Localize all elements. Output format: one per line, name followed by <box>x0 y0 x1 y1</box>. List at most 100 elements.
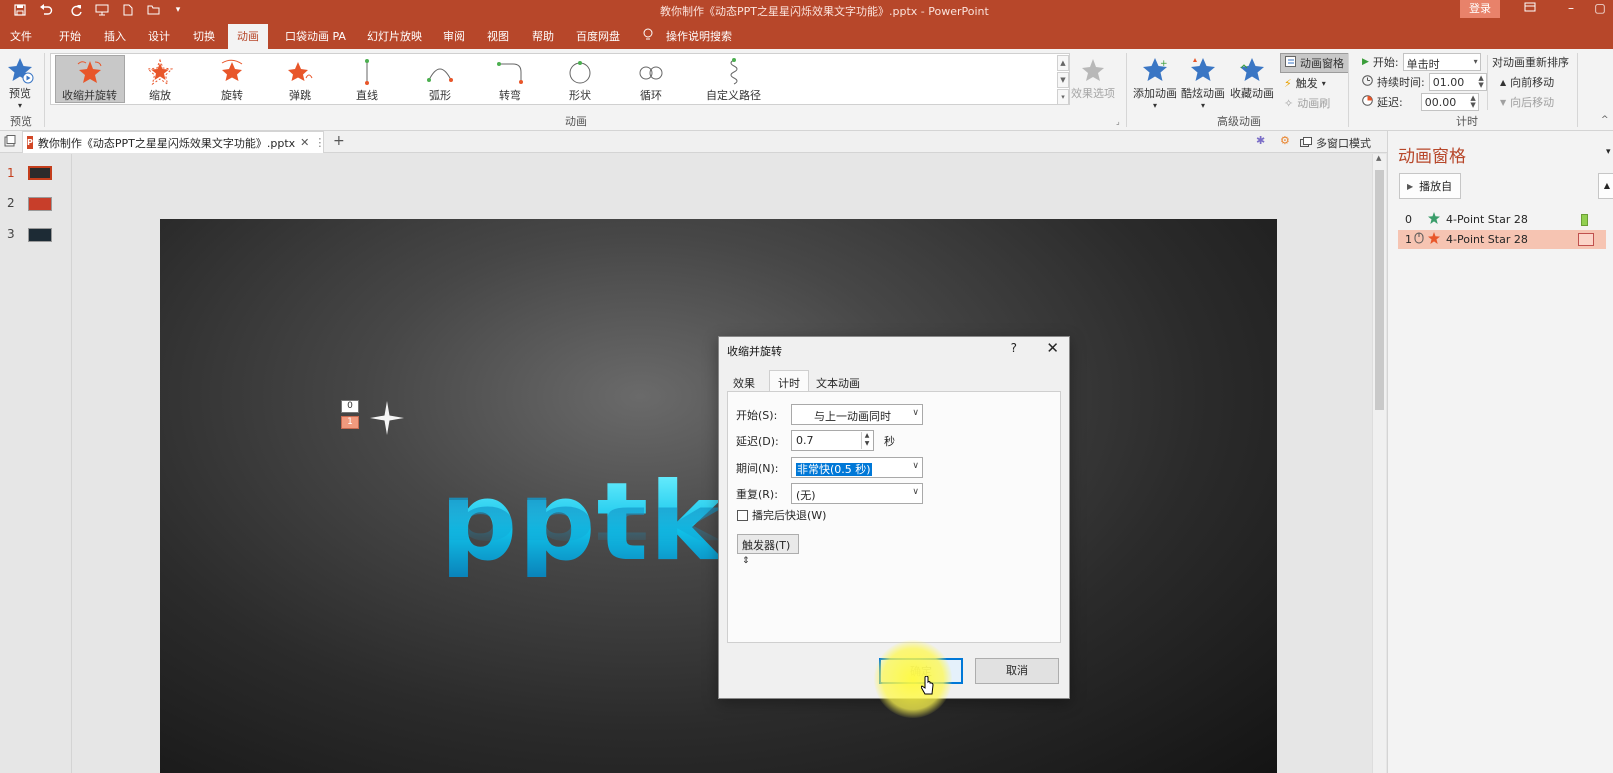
preview-button[interactable]: 预览 ▾ <box>6 55 34 110</box>
tab-help[interactable]: 帮助 <box>532 28 554 44</box>
document-tab-bar: P 教你制作《动态PPT之星星闪烁效果文字功能》.pptx ✕ ⋮ + ✱ ⚙ … <box>0 131 1387 153</box>
chevron-down-icon: ∨ <box>912 487 919 497</box>
dialog-title: 收缩并旋转 <box>727 345 782 358</box>
effect-zoom[interactable]: 缩放 <box>146 57 174 103</box>
tell-me-search[interactable]: 操作说明搜索 <box>666 28 732 44</box>
slide-thumbnail-2[interactable] <box>28 197 52 211</box>
path-shape[interactable]: 形状 <box>566 57 594 103</box>
document-tab[interactable]: P 教你制作《动态PPT之星星闪烁效果文字功能》.pptx ✕ ⋮ <box>22 131 325 153</box>
four-point-star-shape[interactable] <box>370 401 404 438</box>
tab-timing[interactable]: 计时 <box>769 370 809 392</box>
tab-home[interactable]: 开始 <box>59 28 81 44</box>
gallery-more[interactable]: ▾ <box>1057 89 1069 105</box>
effect-options-button[interactable]: 效果选项 <box>1071 55 1115 101</box>
start-select[interactable]: 单击时 ▾ <box>1402 53 1481 71</box>
effect-label: 自定义路径 <box>706 89 761 102</box>
add-animation-button[interactable]: + 添加动画 ▾ <box>1133 55 1177 110</box>
start-dropdown[interactable]: 与上一动画同时 ∨ <box>791 404 923 425</box>
favorite-animation-button[interactable]: 收藏动画 <box>1230 55 1274 101</box>
tab-animations[interactable]: 动画 <box>228 24 268 50</box>
duration-spinner[interactable]: 01.00 ▲ ▼ <box>1428 73 1487 91</box>
pane-options-icon[interactable]: ▾ <box>1606 147 1611 157</box>
move-earlier-button[interactable]: ▲ 向前移动 <box>1500 74 1554 90</box>
tab-view[interactable]: 视图 <box>487 28 509 44</box>
gallery-scroll-down[interactable]: ▼ <box>1057 72 1069 88</box>
gallery-scroll-up[interactable]: ▲ <box>1057 55 1069 71</box>
rewind-checkbox-row[interactable]: 播完后快退(W) <box>737 507 826 523</box>
animation-painter-button[interactable]: ✧ 动画刷 <box>1284 95 1330 111</box>
path-custom[interactable]: 自定义路径 <box>706 57 761 103</box>
move-earlier-label: 向前移动 <box>1510 76 1555 89</box>
play-from-button[interactable]: ▶ 播放自 <box>1399 173 1461 199</box>
spinner-arrows-icon[interactable]: ▲ ▼ <box>1470 95 1475 109</box>
close-icon[interactable]: ✕ <box>1046 339 1059 357</box>
start-slideshow-icon[interactable] <box>92 1 112 19</box>
path-arc[interactable]: 弧形 <box>426 57 454 103</box>
slide-thumbnail-1[interactable] <box>28 166 52 180</box>
sparkle-icon[interactable]: ✱ <box>1256 134 1265 147</box>
ribbon-display-options-icon[interactable] <box>1515 1 1545 19</box>
spinner-arrows-icon[interactable]: ▲ ▼ <box>1478 75 1483 89</box>
tab-baidu-netdisk[interactable]: 百度网盘 <box>576 28 620 44</box>
slide-thumbnail-3[interactable] <box>28 228 52 242</box>
move-later-button[interactable]: ▼ 向后移动 <box>1500 94 1554 110</box>
tab-effect[interactable]: 效果 <box>733 375 755 391</box>
custom-path-icon <box>724 57 744 87</box>
open-folder-icon[interactable] <box>144 1 164 19</box>
trigger-button[interactable]: ⚡ 触发 ▾ <box>1284 75 1326 91</box>
animation-order-tag-selected[interactable]: 1 <box>341 416 359 429</box>
group-label-preview: 预览 <box>10 115 32 128</box>
tab-transitions[interactable]: 切换 <box>193 28 215 44</box>
cool-animation-button[interactable]: 酷炫动画 ▾ <box>1181 55 1225 110</box>
effect-shrink-spin[interactable]: 收缩并旋转 <box>62 57 117 103</box>
customize-toolbar-icon[interactable]: ▾ <box>168 1 188 19</box>
tab-slideshow[interactable]: 幻灯片放映 <box>367 28 422 44</box>
repeat-dropdown[interactable]: (无) ∨ <box>791 483 923 504</box>
cancel-button[interactable]: 取消 <box>975 658 1059 684</box>
delay-input-value: 0.7 <box>796 434 814 447</box>
triggers-button[interactable]: 触发器(T) ⇕ <box>737 534 799 566</box>
delay-input[interactable]: 0.7 ▲ ▼ <box>791 430 874 451</box>
more-options-icon[interactable]: ⋮ <box>314 136 325 149</box>
tab-file[interactable]: 文件 <box>10 28 32 44</box>
rewind-checkbox[interactable] <box>737 509 748 521</box>
delay-spinner[interactable]: 00.00 ▲ ▼ <box>1420 93 1479 111</box>
move-up-icon[interactable]: ▲ <box>1598 173 1613 199</box>
vertical-scrollbar[interactable]: ▲ <box>1372 154 1386 773</box>
animation-pane-button[interactable]: 动画窗格 <box>1280 53 1349 73</box>
spinner-arrows-icon[interactable]: ▲ ▼ <box>861 432 872 449</box>
path-line[interactable]: 直线 <box>356 57 378 103</box>
multi-window-mode-button[interactable]: 多窗口模式 <box>1300 135 1371 151</box>
collapse-ribbon-icon[interactable]: ^ <box>1601 115 1609 125</box>
effect-bounce[interactable]: 弹跳 <box>286 57 314 103</box>
new-file-icon[interactable] <box>118 1 138 19</box>
dialog-launcher-icon[interactable]: ⌟ <box>1116 117 1120 126</box>
new-tab-icon[interactable]: + <box>333 133 345 149</box>
duration-dropdown[interactable]: 非常快(0.5 秒) ∨ <box>791 457 923 478</box>
animation-order-tag[interactable]: 0 <box>341 400 359 413</box>
tab-design[interactable]: 设计 <box>148 28 170 44</box>
redo-icon[interactable] <box>66 1 86 19</box>
tab-pocket-animation[interactable]: 口袋动画 PA <box>285 28 346 44</box>
help-icon[interactable]: ? <box>1011 341 1017 355</box>
tab-text-animation[interactable]: 文本动画 <box>816 375 860 391</box>
effect-spin[interactable]: 旋转 <box>218 57 246 103</box>
scroll-up-arrow-icon[interactable]: ▲ <box>1376 154 1381 162</box>
scrollbar-thumb[interactable] <box>1375 170 1384 410</box>
undo-icon[interactable] <box>36 1 56 19</box>
tab-list-icon[interactable] <box>4 135 16 150</box>
close-tab-icon[interactable]: ✕ <box>300 136 309 149</box>
rewind-label: 播完后快退(W) <box>752 509 827 522</box>
save-icon[interactable] <box>10 1 30 19</box>
animation-list-item-selected[interactable]: 1 4-Point Star 28 <box>1398 230 1606 249</box>
animation-list-item[interactable]: 0 4-Point Star 28 <box>1398 210 1606 229</box>
effect-options-label: 效果选项 <box>1071 87 1115 100</box>
maximize-icon[interactable]: ▢ <box>1585 1 1613 19</box>
login-button[interactable]: 登录 <box>1460 0 1500 18</box>
tab-review[interactable]: 审阅 <box>443 28 465 44</box>
path-turn[interactable]: 转弯 <box>496 57 524 103</box>
path-loop[interactable]: 循环 <box>636 57 666 103</box>
minimize-icon[interactable]: – <box>1556 1 1586 19</box>
settings-gear-icon[interactable]: ⚙ <box>1280 134 1290 147</box>
tab-insert[interactable]: 插入 <box>104 28 126 44</box>
